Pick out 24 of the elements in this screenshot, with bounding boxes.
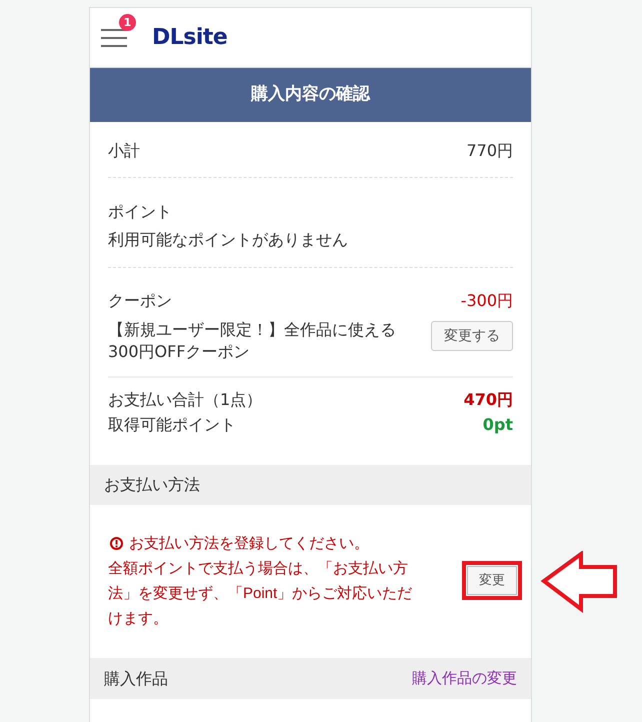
- menu-icon: [101, 28, 127, 46]
- warning-message: お支払い方法を登録してください。: [129, 534, 369, 554]
- coupon-discount: -300円: [460, 290, 513, 312]
- subtotal-label: 小計: [108, 140, 140, 162]
- total-value: 470円: [464, 389, 513, 411]
- total-label: お支払い合計（1点）: [108, 389, 262, 411]
- section-title: 購入作品: [104, 668, 168, 690]
- coupon-description: 【新規ユーザー限定！】全作品に使える300円OFFクーポン: [108, 319, 397, 363]
- warning-icon: [110, 536, 123, 550]
- earnable-points-value: 0pt: [482, 414, 513, 436]
- notification-badge: 1: [119, 14, 136, 30]
- change-payment-button[interactable]: 変更: [467, 566, 517, 595]
- coupon-label: クーポン: [108, 290, 172, 312]
- section-title: お支払い方法: [104, 474, 200, 496]
- logo[interactable]: DLsite: [152, 26, 228, 48]
- points-label: ポイント: [108, 201, 173, 223]
- payment-note: 全額ポイントで支払う場合は、「お支払い方法」を変更せず、「Point」からご対応いただけます。: [108, 558, 414, 628]
- change-items-link[interactable]: 購入作品の変更: [412, 667, 517, 690]
- points-note: 利用可能なポイントがありません: [108, 229, 349, 251]
- change-coupon-button[interactable]: 変更する: [431, 321, 513, 351]
- menu-button[interactable]: [101, 28, 127, 46]
- page-title: 購入内容の確認: [251, 83, 370, 106]
- earnable-points-label: 取得可能ポイント: [108, 414, 236, 436]
- subtotal-value: 770円: [466, 140, 513, 162]
